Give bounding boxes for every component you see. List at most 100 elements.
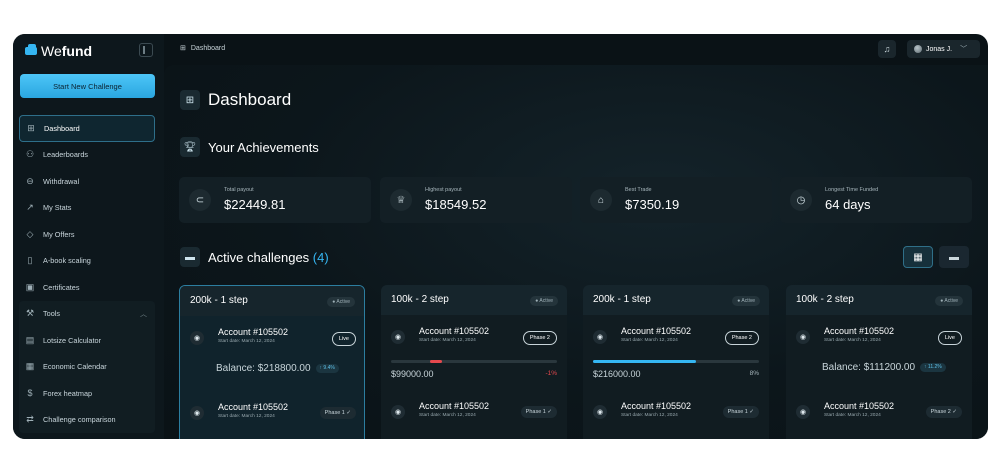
account-number: Account #105502 [218,327,289,337]
sidebar-item-a-book-scaling[interactable]: ▯ A-book scaling [19,248,155,275]
account-icon: ◉ [593,405,607,419]
sidebar-item-label: Withdrawal [43,176,80,186]
phase-badge: Phase 2 [522,331,557,345]
sidebar-item-leaderboards[interactable]: ⚇ Leaderboards [19,142,155,169]
account-number: Account #105502 [824,326,895,336]
achievement-card-total-payout: ⊂ Total payout $22449.81 [179,177,371,223]
chevron-up-icon[interactable]: ︿ [140,309,147,319]
account-icon: ◉ [391,330,405,344]
account-row[interactable]: ◉ Account #105502 Start date: March 12, … [190,402,356,424]
status-badge: ● Active [530,296,558,306]
certificate-icon: ▣ [25,281,35,292]
progress-bar [593,360,759,363]
coins-icon: ⊖ [26,175,34,186]
sidebar-item-tools[interactable]: ⚒ Tools ︿ [19,301,155,328]
account-row[interactable]: ◉ Account #105502 Start date: March 12, … [391,326,557,348]
account-icon: ◉ [391,405,405,419]
challenge-card[interactable]: 100k - 2 step ● Active ◉ Account #105502… [786,285,972,439]
sidebar-item-my-offers[interactable]: ◇ My Offers [19,221,155,248]
user-menu-button[interactable]: Jonas J. ﹀ [907,40,980,58]
start-date: Start date: March 12, 2024 [419,413,476,418]
challenges-count: (4) [312,249,329,265]
status-badge: ● Active [732,296,760,306]
sidebar-item-lotsize-calculator[interactable]: ▤ Lotsize Calculator [19,327,155,354]
grid-icon: ⊞ [27,122,35,133]
start-date: Start date: March 12, 2024 [824,338,881,343]
chart-line-icon: ↗ [26,202,34,213]
tag-icon: ◇ [26,228,34,239]
account-icon: ◉ [593,330,607,344]
account-number: Account #105502 [218,402,289,412]
challenge-card[interactable]: 100k - 2 step ● Active ◉ Account #105502… [381,285,567,439]
logo-mark-icon [25,44,37,55]
sidebar-item-economic-calendar[interactable]: ▦ Economic Calendar [19,354,155,381]
account-row[interactable]: ◉ Account #105502 Start date: March 12, … [796,326,962,348]
breadcrumb-item[interactable]: Dashboard [191,45,225,52]
start-date: Start date: March 12, 2024 [621,338,678,343]
sidebar-item-my-stats[interactable]: ↗ My Stats [19,195,155,222]
account-row[interactable]: ◉ Account #105502 Start date: March 12, … [391,401,557,423]
sidebar-item-label: A-book scaling [43,256,91,266]
account-number: Account #105502 [419,326,490,336]
wrench-icon: ⚒ [25,308,35,319]
percent-change: -1% [545,370,557,377]
phase-badge: Phase 2 ✓ [925,406,962,418]
phase-badge: Live [331,332,356,346]
calendar-icon: ▦ [25,361,35,372]
hand-coins-icon: ⊂ [189,189,211,211]
calculator-icon: ▤ [25,334,35,345]
start-new-challenge-button[interactable]: Start New Challenge [20,74,155,98]
achievement-value: $18549.52 [425,197,487,212]
grid-view-button[interactable]: ▦ [903,246,933,268]
achievement-label: Highest payout [425,187,462,193]
grid-view-icon: ▦ [913,251,923,263]
list-view-button[interactable]: ▬ [939,246,969,268]
sidebar-item-label: Lotsize Calculator [43,335,101,345]
chevron-down-icon: ﹀ [960,46,968,53]
challenge-title: 100k - 2 step [391,294,449,305]
phase-badge: Phase 2 [724,331,759,345]
challenge-card[interactable]: 200k - 1 step ● Active ◉ Account #105502… [583,285,769,439]
timer-icon: ◷ [790,189,812,211]
wefund-logo[interactable]: Wefund [25,43,92,59]
dollar-icon: $ [27,388,33,399]
sidebar-item-label: My Offers [43,229,75,239]
amount: $216000.00 [593,369,641,379]
sidebar-item-challenge-comparison[interactable]: ⇄ Challenge comparison [19,407,155,434]
account-icon: ◉ [190,406,204,420]
sidebar-item-withdrawal[interactable]: ⊖ Withdrawal [19,168,155,195]
sidebar-item-label: My Stats [43,203,72,213]
topbar: ⊞ Dashboard ♫ Jonas J. ﹀ [164,34,988,65]
account-row[interactable]: ◉ Account #105502 Start date: March 12, … [593,401,759,423]
bell-icon: ♫ [883,44,891,54]
section-title-text: Active challenges [208,249,310,265]
account-row[interactable]: ◉ Account #105502 Start date: March 12, … [796,401,962,423]
logo-text-we: We [41,43,62,59]
sidebar-item-label: Leaderboards [43,150,89,160]
sidebar-item-certificates[interactable]: ▣ Certificates [19,274,155,301]
challenge-title: 200k - 1 step [593,294,651,305]
account-row[interactable]: ◉ Account #105502 Start date: March 12, … [190,327,356,349]
notifications-button[interactable]: ♫ [878,40,896,58]
sidebar-item-forex-heatmap[interactable]: $ Forex heatmap [19,380,155,407]
challenge-card[interactable]: 200k - 1 step ● Active ◉ Account #105502… [179,285,365,439]
balance-text: Balance: $111200.00 [822,362,916,373]
phase-badge: Phase 1 ✓ [722,406,759,418]
start-date: Start date: March 12, 2024 [218,414,275,419]
page-header: ⊞ Dashboard [180,90,291,110]
breadcrumb: ⊞ Dashboard [180,44,225,53]
logo-text-fund: fund [61,43,93,59]
challenge-title: 200k - 1 step [190,295,248,306]
balance: Balance: $218800.00 ↑ 9.4% [216,363,339,374]
account-row[interactable]: ◉ Account #105502 Start date: March 12, … [593,326,759,348]
active-challenges-header: ▬ Active challenges (4) [180,247,329,267]
sidebar-item-dashboard[interactable]: ⊞ Dashboard [19,115,155,142]
tools-group: ⚒ Tools ︿ ▤ Lotsize Calculator ▦ Economi… [19,300,155,434]
status-badge: ● Active [327,297,355,307]
sidebar-collapse-icon[interactable] [139,43,153,57]
sidebar-item-label: Economic Calendar [43,362,107,372]
achievement-card-best-trade: ⌂ Best Trade $7350.19 [580,177,772,223]
achievements-header: 🏆︎ Your Achievements [180,137,319,157]
achievement-label: Total payout [224,187,254,193]
sidebar-item-label: Challenge comparison [43,415,116,425]
